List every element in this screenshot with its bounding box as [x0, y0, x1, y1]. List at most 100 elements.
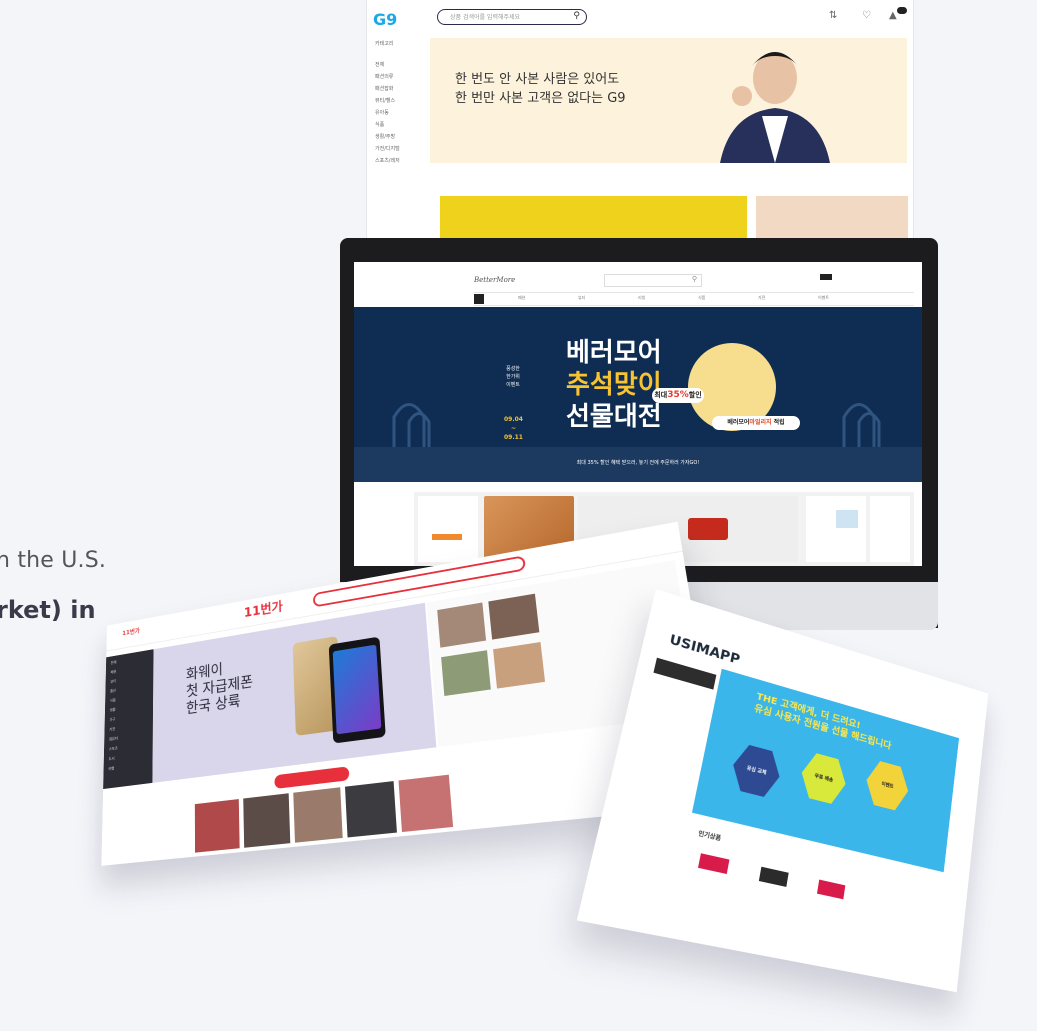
g9-sidebar-item[interactable]: 뷰티/헬스 [375, 97, 425, 104]
title-line1: 베러모어 [566, 338, 662, 368]
nav-item[interactable]: 식품 [698, 295, 705, 301]
g9-sidebar-item[interactable]: 스포츠/레저 [375, 157, 425, 164]
g9-logo: G9 [373, 10, 398, 29]
sim-card-image [758, 866, 789, 887]
product-thumb[interactable] [194, 799, 240, 853]
product-card[interactable] [749, 855, 797, 905]
deal-thumb[interactable] [437, 602, 487, 648]
sim-card-image [817, 879, 846, 900]
nav-item[interactable]: 가전 [758, 295, 765, 301]
pill-suffix: 할인 [688, 391, 702, 399]
menu-icon[interactable] [474, 294, 484, 304]
nav-item[interactable]: 패션 [518, 295, 525, 301]
model-photo [720, 52, 830, 163]
date-from: 09.04 [504, 416, 523, 423]
date-to: 09.11 [504, 434, 523, 441]
g9-sidebar-item[interactable]: 패션잡화 [375, 85, 425, 92]
search-icon[interactable]: ⚲ [573, 11, 580, 21]
bettermore-hero-banner[interactable]: 풍성한 한가위 이벤트 09.04 ~ 09.11 베러모어 추석맞이 선물대전… [354, 307, 922, 447]
g9-sidebar-item[interactable]: 생활/주방 [375, 133, 425, 140]
g9-hero-banner[interactable]: 한 번도 안 사본 사람은 있어도 한 번만 사본 고객은 없다는 G9 [430, 38, 907, 163]
nav-item[interactable]: 리빙 [638, 295, 645, 301]
usimapp-hero-banner[interactable]: THE 고객에게, 더 드려요! 유심 사용자 전원을 선물 해드립니다 유심 … [691, 668, 960, 873]
g9-sidebar-item[interactable]: 유아동 [375, 109, 425, 116]
g9-promo-card[interactable] [756, 196, 908, 238]
g9-sidebar-item[interactable]: 패션의류 [375, 73, 425, 80]
pill-highlight: 마일리지 [749, 419, 772, 426]
pill-prefix: 최대 [654, 391, 668, 399]
product-card[interactable] [808, 868, 853, 917]
usimapp-sidebar-header[interactable] [653, 657, 717, 690]
bettermore-side-text: 풍성한 한가위 이벤트 [506, 366, 520, 388]
deal-thumb[interactable] [441, 650, 491, 696]
sim-card-image [698, 853, 730, 875]
product-thumb[interactable] [293, 787, 343, 843]
sidebar-item[interactable]: 여행 [108, 761, 147, 772]
left-text-line1: n the U.S. [0, 548, 107, 573]
title-line2: 추석맞이 [566, 370, 662, 400]
bettermore-title: 베러모어 추석맞이 선물대전 [566, 337, 662, 433]
arch-decoration [842, 403, 881, 447]
mileage-pill: 베러모어마일리지 적립 [712, 416, 800, 430]
g9-headline-line2: 한 번만 사본 고객은 없다는 G9 [455, 91, 626, 106]
bettermore-screenshot: BetterMore ⚲ 패션 뷰티 리빙 식품 가전 이벤트 풍성한 한가위 … [354, 262, 922, 566]
g9-sidebar-item[interactable]: 가전/디지털 [375, 145, 425, 152]
title-line3: 선물대전 [566, 402, 662, 432]
phone-screen [332, 644, 382, 735]
sidebar-item[interactable]: 가구 [109, 712, 148, 723]
product-card[interactable] [688, 841, 738, 892]
sidebar-item[interactable]: 컴퓨터 [109, 731, 148, 742]
usimapp-section-title: 인기상품 [697, 830, 722, 843]
heart-icon[interactable]: ♡ [862, 10, 871, 21]
g9-sidebar-item[interactable]: 카테고리 [375, 40, 425, 47]
g9-search-input[interactable]: 상품 검색어를 입력해주세요 ⚲ [437, 9, 587, 25]
g9-search-placeholder: 상품 검색어를 입력해주세요 [450, 14, 521, 21]
g9-sidebar-item[interactable]: 식품 [375, 121, 425, 128]
g9-headline: 한 번도 안 사본 사람은 있어도 한 번만 사본 고객은 없다는 G9 [455, 70, 626, 108]
cart-icon[interactable]: ⇅ [829, 10, 837, 21]
pill-pct: 35% [667, 390, 689, 400]
elevenst-big-logo[interactable]: 11번가 [244, 597, 283, 621]
pill-suffix: 적립 [773, 419, 785, 426]
promo-badge[interactable] [274, 766, 350, 789]
left-text-line2: rket) in [0, 596, 96, 624]
nav-item[interactable]: 이벤트 [818, 295, 829, 301]
discount-pill: 최대35%할인 [652, 388, 704, 403]
phone-image [328, 636, 386, 744]
bettermore-date: 09.04 ~ 09.11 [504, 415, 523, 442]
product-card[interactable] [418, 496, 478, 562]
sidebar-item[interactable]: 도서 [109, 751, 148, 762]
product-card[interactable] [806, 496, 866, 562]
g9-sidebar: 카테고리 전체 패션의류 패션잡화 뷰티/헬스 유아동 식품 생활/주방 가전/… [375, 40, 425, 169]
hex-badge: 무료 배송 [798, 750, 849, 806]
hex-badge: 유심 교체 [729, 742, 784, 800]
usimapp-hero-title: THE 고객에게, 더 드려요! 유심 사용자 전원을 선물 해드립니다 [753, 691, 893, 753]
bettermore-logo[interactable]: BetterMore [474, 276, 515, 284]
sidebar-item[interactable]: 가전 [109, 722, 148, 733]
bag-icon[interactable]: ▲ [889, 10, 897, 21]
search-icon[interactable]: ⚲ [692, 275, 697, 283]
product-card[interactable] [870, 496, 910, 562]
bettermore-strip[interactable]: 최대 35% 할인 혜택 받으러, 놓기 전에 주문하러 가자GO! [354, 447, 922, 482]
deal-thumb[interactable] [488, 593, 540, 640]
sidebar-item[interactable]: 스포츠 [109, 741, 148, 752]
product-thumb[interactable] [398, 774, 454, 833]
product-thumb[interactable] [243, 793, 291, 848]
pill-prefix: 베러모어 [727, 419, 750, 426]
cart-button[interactable] [820, 274, 832, 280]
g9-promo-card[interactable] [440, 196, 747, 238]
bettermore-search-input[interactable]: ⚲ [604, 274, 702, 287]
strip-text: 최대 35% 할인 혜택 받으러, 놓기 전에 주문하러 가자GO! [576, 460, 700, 466]
arch-decoration [392, 403, 431, 447]
deal-thumb[interactable] [493, 642, 546, 689]
hex-badge: 이벤트 [863, 758, 911, 813]
date-sep: ~ [510, 425, 516, 432]
bettermore-nav: 패션 뷰티 리빙 식품 가전 이벤트 [474, 292, 914, 306]
usimapp-logo[interactable]: USIMAPP [668, 632, 741, 667]
product-thumb[interactable] [344, 781, 397, 838]
g9-screenshot: G9 상품 검색어를 입력해주세요 ⚲ ⇅ ♡ ▲ 카테고리 전체 패션의류 패… [367, 0, 913, 238]
elevenst-hero-title: 화웨이 첫 자급제폰 한국 상륙 [186, 655, 254, 717]
elevenst-logo[interactable]: 11번가 [122, 626, 140, 638]
nav-item[interactable]: 뷰티 [578, 295, 585, 301]
g9-sidebar-item[interactable]: 전체 [375, 61, 425, 68]
